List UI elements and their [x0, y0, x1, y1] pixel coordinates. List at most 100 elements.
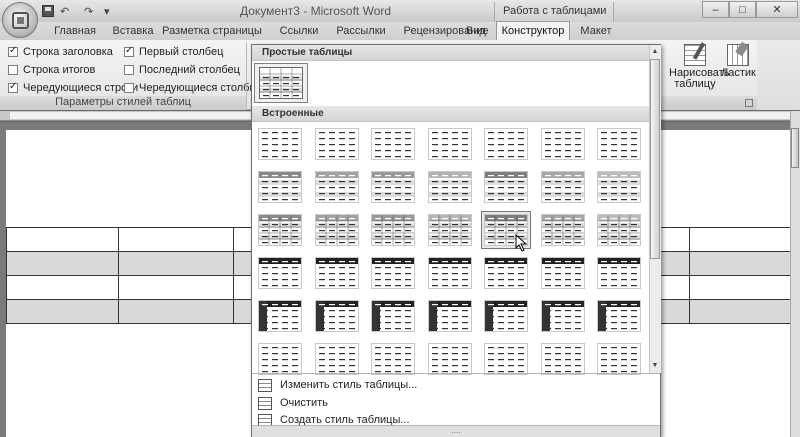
table-style-thumbnail[interactable] — [597, 171, 641, 203]
table-style-thumbnail[interactable] — [427, 343, 472, 375]
table-style-thumbnail[interactable] — [427, 128, 472, 160]
total-row-checkbox[interactable]: Строка итогов — [8, 64, 95, 76]
table-style-thumbnail[interactable] — [258, 300, 302, 332]
table-edit-icon — [258, 378, 272, 392]
table-style-thumbnail[interactable] — [597, 214, 641, 246]
tab-mailings[interactable]: Рассылки — [326, 22, 396, 40]
draw-table-button[interactable]: Нарисовать таблицу — [669, 44, 729, 90]
table-cell[interactable] — [6, 275, 119, 300]
table-cell[interactable] — [689, 227, 792, 252]
table-cell[interactable] — [118, 275, 234, 300]
table-cell[interactable] — [689, 251, 792, 276]
dialog-launcher-icon[interactable] — [745, 99, 753, 107]
close-icon: ✕ — [772, 4, 782, 16]
eraser-button[interactable]: Ластик — [721, 44, 756, 79]
banded-rows-checkbox[interactable]: Чередующиеся строки — [8, 81, 138, 94]
table-style-thumbnail[interactable] — [371, 214, 415, 246]
first-column-checkbox[interactable]: Первый столбец — [124, 45, 224, 58]
table-style-thumbnail[interactable] — [597, 300, 641, 332]
gallery-footer-divider — [252, 373, 660, 374]
minimize-icon: – — [712, 3, 719, 16]
table-cell[interactable] — [118, 299, 234, 324]
minimize-button[interactable]: – — [702, 1, 729, 18]
table-cell[interactable] — [118, 227, 234, 252]
customize-qat-button[interactable]: ▾ — [104, 4, 110, 18]
table-cell[interactable] — [118, 251, 234, 276]
table-style-thumbnail[interactable] — [258, 257, 302, 289]
table-style-thumbnail[interactable] — [314, 128, 359, 160]
table-style-thumbnail[interactable] — [427, 214, 472, 246]
table-cell[interactable] — [6, 299, 119, 324]
draw-borders-group-label — [655, 96, 757, 110]
header-row-checkbox[interactable]: Строка заголовка — [8, 45, 113, 58]
table-style-thumbnail[interactable] — [258, 128, 302, 160]
table-style-thumbnail[interactable] — [314, 214, 359, 246]
modify-table-style-item[interactable]: Изменить стиль таблицы... — [256, 376, 656, 394]
table-style-thumbnail[interactable] — [540, 214, 585, 246]
scroll-up-icon[interactable]: ▲ — [649, 45, 661, 57]
clear-table-item[interactable]: Очистить — [256, 394, 656, 412]
table-style-thumbnail[interactable] — [258, 343, 302, 375]
table-style-thumbnail[interactable] — [427, 257, 472, 289]
table-style-thumbnail[interactable] — [484, 343, 528, 375]
redo-button[interactable]: ↷ — [84, 4, 93, 18]
table-style-thumbnail[interactable] — [371, 128, 415, 160]
table-style-thumbnail[interactable] — [597, 257, 641, 289]
table-style-thumbnail[interactable] — [540, 171, 585, 203]
table-style-thumbnail[interactable] — [371, 300, 415, 332]
checkbox-label: Строка заголовка — [23, 46, 113, 58]
save-button[interactable] — [42, 4, 54, 18]
undo-button[interactable]: ↶ — [60, 4, 69, 18]
tab-home[interactable]: Главная — [48, 22, 102, 40]
table-style-thumbnail[interactable] — [484, 171, 528, 203]
table-style-thumbnail[interactable] — [597, 128, 641, 160]
maximize-button[interactable]: □ — [729, 1, 756, 18]
table-style-thumbnail[interactable] — [371, 343, 415, 375]
office-button[interactable] — [2, 2, 38, 38]
checkbox-label: Первый столбец — [139, 46, 224, 58]
table-style-thumbnail[interactable] — [597, 343, 641, 375]
close-button[interactable]: ✕ — [756, 1, 798, 18]
table-tools-title: Работа с таблицами — [494, 2, 614, 22]
table-style-thumbnail[interactable] — [371, 257, 415, 289]
tab-layout[interactable]: Макет — [574, 22, 618, 40]
last-column-checkbox[interactable]: Последний столбец — [124, 64, 240, 76]
table-cell[interactable] — [689, 275, 792, 300]
tab-design[interactable]: Конструктор — [496, 21, 570, 41]
scroll-down-icon[interactable]: ▼ — [649, 359, 661, 371]
redo-icon: ↷ — [84, 5, 94, 18]
tab-page-layout[interactable]: Разметка страницы — [152, 22, 272, 40]
scrollbar-thumb[interactable] — [791, 128, 799, 168]
table-style-thumbnail[interactable] — [259, 67, 303, 99]
style-options-group-label: Параметры стилей таблиц — [0, 96, 246, 110]
tab-view[interactable]: Вид — [458, 22, 494, 40]
table-cell[interactable] — [6, 227, 119, 252]
checkbox-label: Последний столбец — [139, 64, 240, 76]
banded-columns-checkbox[interactable]: Чередующиеся столбцы — [124, 82, 264, 94]
eraser-label: Ластик — [721, 67, 756, 79]
tab-references[interactable]: Ссылки — [272, 22, 326, 40]
table-style-thumbnail[interactable] — [258, 171, 302, 203]
table-style-thumbnail[interactable] — [484, 300, 528, 332]
resize-grip[interactable]: .... — [252, 425, 660, 437]
table-style-thumbnail[interactable] — [371, 171, 415, 203]
table-style-thumbnail[interactable] — [540, 300, 585, 332]
table-style-thumbnail[interactable] — [314, 300, 359, 332]
table-style-thumbnail[interactable] — [484, 128, 528, 160]
table-cell[interactable] — [689, 299, 792, 324]
table-style-thumbnail[interactable] — [314, 343, 359, 375]
table-style-thumbnail[interactable] — [314, 171, 359, 203]
table-style-thumbnail[interactable] — [314, 257, 359, 289]
chevron-down-icon: ▾ — [104, 5, 110, 18]
gallery-scroll-thumb[interactable] — [650, 59, 660, 259]
table-cell[interactable] — [6, 251, 119, 276]
table-style-thumbnail[interactable] — [540, 343, 585, 375]
table-style-thumbnail[interactable] — [427, 171, 472, 203]
table-style-thumbnail[interactable] — [540, 257, 585, 289]
table-style-thumbnail[interactable] — [484, 257, 528, 289]
pencil-icon — [684, 44, 706, 66]
ribbon-end — [757, 40, 800, 110]
table-style-thumbnail[interactable] — [258, 214, 302, 246]
table-style-thumbnail[interactable] — [540, 128, 585, 160]
table-style-thumbnail[interactable] — [427, 300, 472, 332]
